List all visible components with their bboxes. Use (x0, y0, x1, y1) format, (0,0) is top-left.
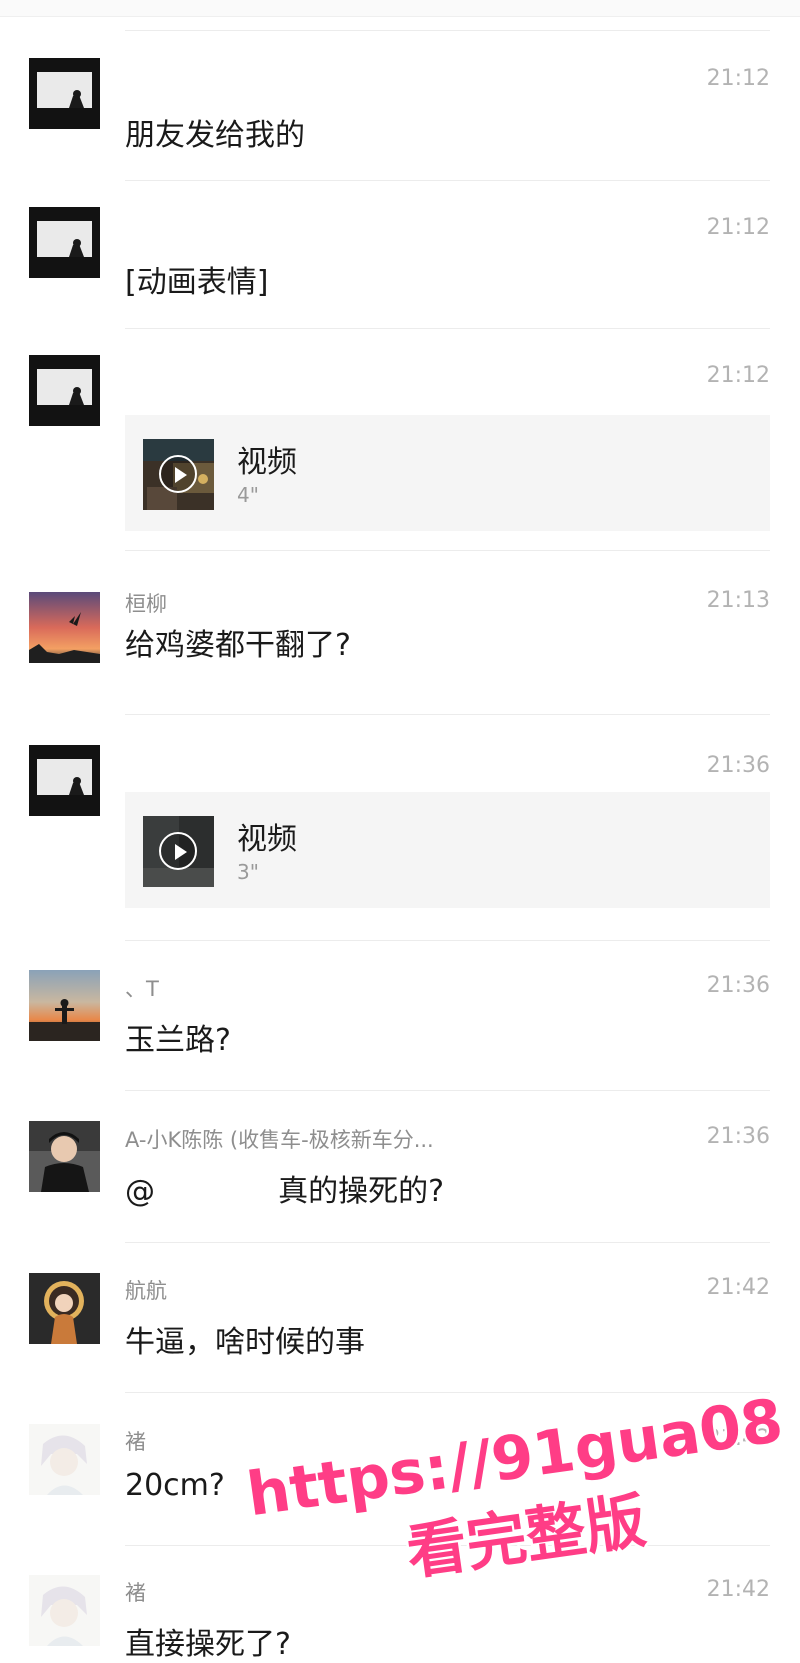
sender-name: 褚 (125, 1430, 146, 1454)
message-text[interactable]: @ 真的操死的? (125, 1166, 444, 1210)
avatar[interactable] (29, 745, 100, 816)
message-text-body: 真的操死的? (278, 1174, 445, 1209)
video-card[interactable]: 视频 3" (125, 792, 770, 908)
message-text[interactable]: 20cm? (125, 1468, 225, 1503)
video-thumbnail[interactable] (143, 816, 214, 887)
avatar[interactable] (29, 592, 100, 663)
figure-avatar-image (29, 1273, 100, 1344)
video-thumbnail[interactable] (143, 439, 214, 510)
avatar[interactable] (29, 207, 100, 278)
message-time: 21:36 (706, 1124, 770, 1149)
chat-history-list[interactable]: 21:12 朋友发给我的 21:12 [动画表情] 21:12 视频 4" 桓柳… (0, 0, 800, 1662)
video-duration: 4" (237, 483, 259, 507)
avatar[interactable] (29, 1121, 100, 1192)
message-time: 21:12 (706, 66, 770, 91)
mention-at[interactable]: @ (125, 1174, 155, 1209)
sunset-person-avatar-image (29, 970, 100, 1041)
sender-name: 航航 (125, 1279, 167, 1303)
divider (125, 550, 770, 551)
divider (125, 30, 770, 31)
message-text[interactable]: 朋友发给我的 (125, 110, 305, 154)
play-icon (159, 455, 197, 493)
message-text[interactable]: 给鸡婆都干翻了? (125, 620, 351, 664)
message-time: 21:42 (706, 1577, 770, 1602)
message-time: 21:13 (706, 588, 770, 613)
dark-avatar-image (29, 207, 100, 278)
play-icon (159, 832, 197, 870)
child-avatar-image (29, 1121, 100, 1192)
avatar[interactable] (29, 355, 100, 426)
divider (125, 940, 770, 941)
message-text[interactable]: 牛逼，啥时候的事 (125, 1317, 365, 1361)
message-time: 21:12 (706, 363, 770, 388)
message-text[interactable]: 直接操死了? (125, 1619, 291, 1663)
dark-avatar-image (29, 355, 100, 426)
top-divider (0, 0, 800, 17)
avatar[interactable] (29, 970, 100, 1041)
divider (125, 328, 770, 329)
message-time: 21:36 (706, 973, 770, 998)
message-time: 21:12 (706, 215, 770, 240)
avatar[interactable] (29, 1575, 100, 1646)
divider (125, 1392, 770, 1393)
avatar[interactable] (29, 58, 100, 129)
sender-name: 桓柳 (125, 592, 167, 616)
pale-avatar-image (29, 1424, 100, 1495)
message-time: 21:36 (706, 753, 770, 778)
video-card[interactable]: 视频 4" (125, 415, 770, 531)
video-title: 视频 (237, 822, 297, 857)
message-time: 21:42 (706, 1426, 770, 1451)
pale-avatar-image (29, 1575, 100, 1646)
avatar[interactable] (29, 1273, 100, 1344)
sender-name: A-小K陈陈 (收售车-极核新车分... (125, 1128, 434, 1152)
divider (125, 1545, 770, 1546)
divider (125, 180, 770, 181)
message-text[interactable]: 玉兰路? (125, 1015, 231, 1059)
avatar[interactable] (29, 1424, 100, 1495)
message-time: 21:42 (706, 1275, 770, 1300)
video-title: 视频 (237, 445, 297, 480)
divider (125, 1090, 770, 1091)
video-duration: 3" (237, 860, 259, 884)
dark-avatar-image (29, 58, 100, 129)
divider (125, 1242, 770, 1243)
dark-avatar-image (29, 745, 100, 816)
sender-name: 、T (125, 977, 159, 1001)
divider (125, 714, 770, 715)
message-text[interactable]: [动画表情] (125, 257, 268, 301)
sunset-bird-avatar-image (29, 592, 100, 663)
sender-name: 褚 (125, 1581, 146, 1605)
